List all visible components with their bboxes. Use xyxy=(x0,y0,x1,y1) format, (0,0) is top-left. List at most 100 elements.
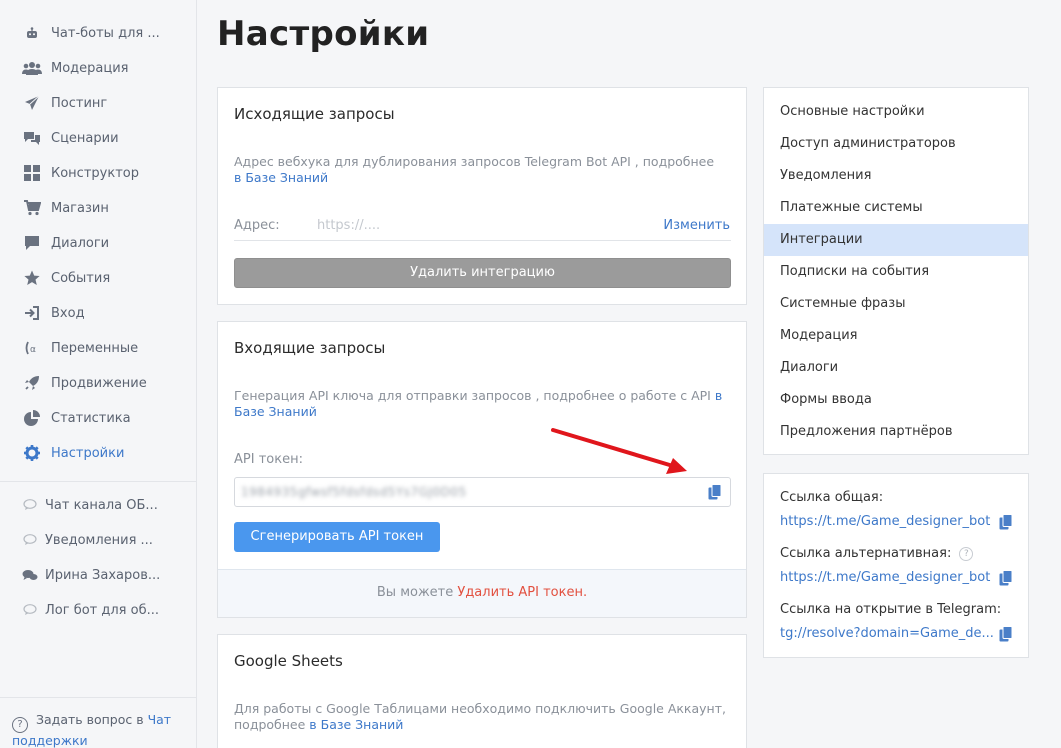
nav-label: Переменные xyxy=(51,340,139,356)
comment-icon xyxy=(22,604,38,616)
pie-chart-icon xyxy=(22,409,42,427)
menu-item-event-subscriptions[interactable]: Подписки на события xyxy=(764,256,1028,288)
outgoing-requests-card: Исходящие запросы Адрес вебхука для дубл… xyxy=(217,87,747,305)
delete-integration-button[interactable]: Удалить интеграцию xyxy=(234,258,731,288)
card-description: Для работы с Google Таблицами необходимо… xyxy=(234,701,739,733)
description-text: подробнее xyxy=(234,717,310,732)
menu-item-moderation[interactable]: Модерация xyxy=(764,320,1028,352)
sidebar-divider xyxy=(0,481,196,482)
nav-label: Статистика xyxy=(51,410,131,426)
nav-item-constructor[interactable]: Конструктор xyxy=(22,162,139,184)
nav-label: События xyxy=(51,270,111,286)
nav-label: Постинг xyxy=(51,95,108,111)
nav-item-statistics[interactable]: Статистика xyxy=(22,407,131,429)
comments-icon xyxy=(22,569,38,582)
star-icon xyxy=(22,269,42,287)
address-label: Адрес: xyxy=(234,218,280,233)
alt-link-label-text: Ссылка альтернативная: xyxy=(780,546,952,561)
nav-item-dialogs[interactable]: Диалоги xyxy=(22,232,109,254)
nav-label: Диалоги xyxy=(51,235,110,251)
copy-icon[interactable] xyxy=(708,484,722,500)
nav-item-login[interactable]: Вход xyxy=(22,302,85,324)
knowledge-base-link-part[interactable]: в xyxy=(715,388,722,403)
api-token-value: 1984935gfwsf5fdsfdsd5Ys7GJ0D05 xyxy=(241,485,467,499)
menu-item-payments[interactable]: Платежные системы xyxy=(764,192,1028,224)
chat-bubbles-icon xyxy=(22,129,42,147)
knowledge-base-link[interactable]: в Базе Знаний xyxy=(234,170,328,185)
annotation-arrow xyxy=(551,428,687,474)
nav-item-moderation[interactable]: Модерация xyxy=(22,57,129,79)
menu-item-partner-offers[interactable]: Предложения партнёров xyxy=(764,416,1028,448)
nav-item-chatbots[interactable]: Чат-боты для ... xyxy=(22,22,160,44)
nav-label: Магазин xyxy=(51,200,109,216)
sidebar: Чат-боты для ... Модерация Постинг Сцена… xyxy=(0,0,197,748)
change-address-link[interactable]: Изменить xyxy=(663,218,730,233)
card-title: Входящие запросы xyxy=(234,339,386,357)
nav-label: Настройки xyxy=(51,445,125,461)
card-description: Адрес вебхука для дублирования запросов … xyxy=(234,154,734,186)
question-circle-icon: ? xyxy=(12,717,28,733)
help-text: Задать вопрос в xyxy=(36,712,148,727)
menu-item-admin-access[interactable]: Доступ администраторов xyxy=(764,128,1028,160)
menu-item-integrations[interactable]: Интеграции xyxy=(764,224,1028,256)
copy-icon[interactable] xyxy=(999,626,1013,642)
menu-item-input-forms[interactable]: Формы ввода xyxy=(764,384,1028,416)
comment-icon xyxy=(22,499,38,511)
knowledge-base-link[interactable]: Базе Знаний xyxy=(234,404,317,419)
delete-api-token-link[interactable]: Удалить API токен. xyxy=(457,585,587,600)
menu-item-basic[interactable]: Основные настройки xyxy=(764,96,1028,128)
description-text: Генерация API ключа для отправки запросо… xyxy=(234,388,711,403)
nav-label: Модерация xyxy=(51,60,129,76)
copy-icon[interactable] xyxy=(999,570,1013,586)
users-icon xyxy=(22,59,42,77)
grid-icon xyxy=(22,164,42,182)
nav-label: Сценарии xyxy=(51,130,119,146)
chat-icon xyxy=(22,234,42,252)
svg-text:α: α xyxy=(30,345,36,355)
knowledge-base-link[interactable]: в Базе Знаний xyxy=(309,717,403,732)
nav-item-shop[interactable]: Магазин xyxy=(22,197,109,219)
question-circle-icon[interactable]: ? xyxy=(959,547,974,561)
nav-item-scenarios[interactable]: Сценарии xyxy=(22,127,119,149)
description-text: Адрес вебхука для дублирования запросов … xyxy=(234,154,715,169)
nav-label: Чат-боты для ... xyxy=(51,25,160,41)
google-sheets-card: Google Sheets Для работы с Google Таблиц… xyxy=(217,634,747,748)
nav-item-promotion[interactable]: Продвижение xyxy=(22,372,147,394)
nav-item-settings[interactable]: Настройки xyxy=(22,442,124,464)
copy-icon[interactable] xyxy=(999,514,1013,530)
robot-icon xyxy=(22,24,42,42)
footer-text: Вы можете xyxy=(376,585,458,600)
nav-label: Продвижение xyxy=(51,375,147,391)
gear-icon xyxy=(22,444,42,462)
general-link-label: Ссылка общая: xyxy=(780,490,884,505)
page-title: Настройки xyxy=(217,14,430,54)
input-underline xyxy=(234,240,731,241)
card-title: Исходящие запросы xyxy=(234,105,395,123)
description-text: Для работы с Google Таблицами необходимо… xyxy=(234,701,726,716)
menu-item-dialogs[interactable]: Диалоги xyxy=(764,352,1028,384)
general-link[interactable]: https://t.me/Game_designer_bot xyxy=(780,514,990,529)
nav-label: Конструктор xyxy=(51,165,139,181)
chat-item[interactable]: Чат канала ОБ... xyxy=(22,494,158,516)
nav-label: Вход xyxy=(51,305,85,321)
nav-item-posting[interactable]: Постинг xyxy=(22,92,107,114)
chat-item[interactable]: Уведомления ... xyxy=(22,529,153,551)
chat-item[interactable]: Лог бот для об... xyxy=(22,599,159,621)
alt-link[interactable]: https://t.me/Game_designer_bot xyxy=(780,570,990,585)
menu-item-notifications[interactable]: Уведомления xyxy=(764,160,1028,192)
chat-label: Уведомления ... xyxy=(45,532,153,548)
alt-link-label: Ссылка альтернативная:? xyxy=(780,546,974,561)
chat-label: Чат канала ОБ... xyxy=(45,497,158,513)
sidebar-divider xyxy=(0,697,196,698)
address-input[interactable]: https://.... xyxy=(317,218,380,233)
menu-item-system-phrases[interactable]: Системные фразы xyxy=(764,288,1028,320)
chat-item[interactable]: Ирина Захаров... xyxy=(22,564,160,586)
nav-item-events[interactable]: События xyxy=(22,267,110,289)
help-block: ? Задать вопрос в Чат поддержки xyxy=(12,712,192,748)
telegram-link-label: Ссылка на открытие в Telegram: xyxy=(780,602,1002,617)
telegram-link[interactable]: tg://resolve?domain=Game_de... xyxy=(780,626,994,641)
comment-icon xyxy=(22,534,38,546)
generate-api-token-button[interactable]: Сгенерировать API токен xyxy=(234,522,440,552)
card-title: Google Sheets xyxy=(234,652,343,670)
nav-item-variables[interactable]: α Переменные xyxy=(22,337,138,359)
